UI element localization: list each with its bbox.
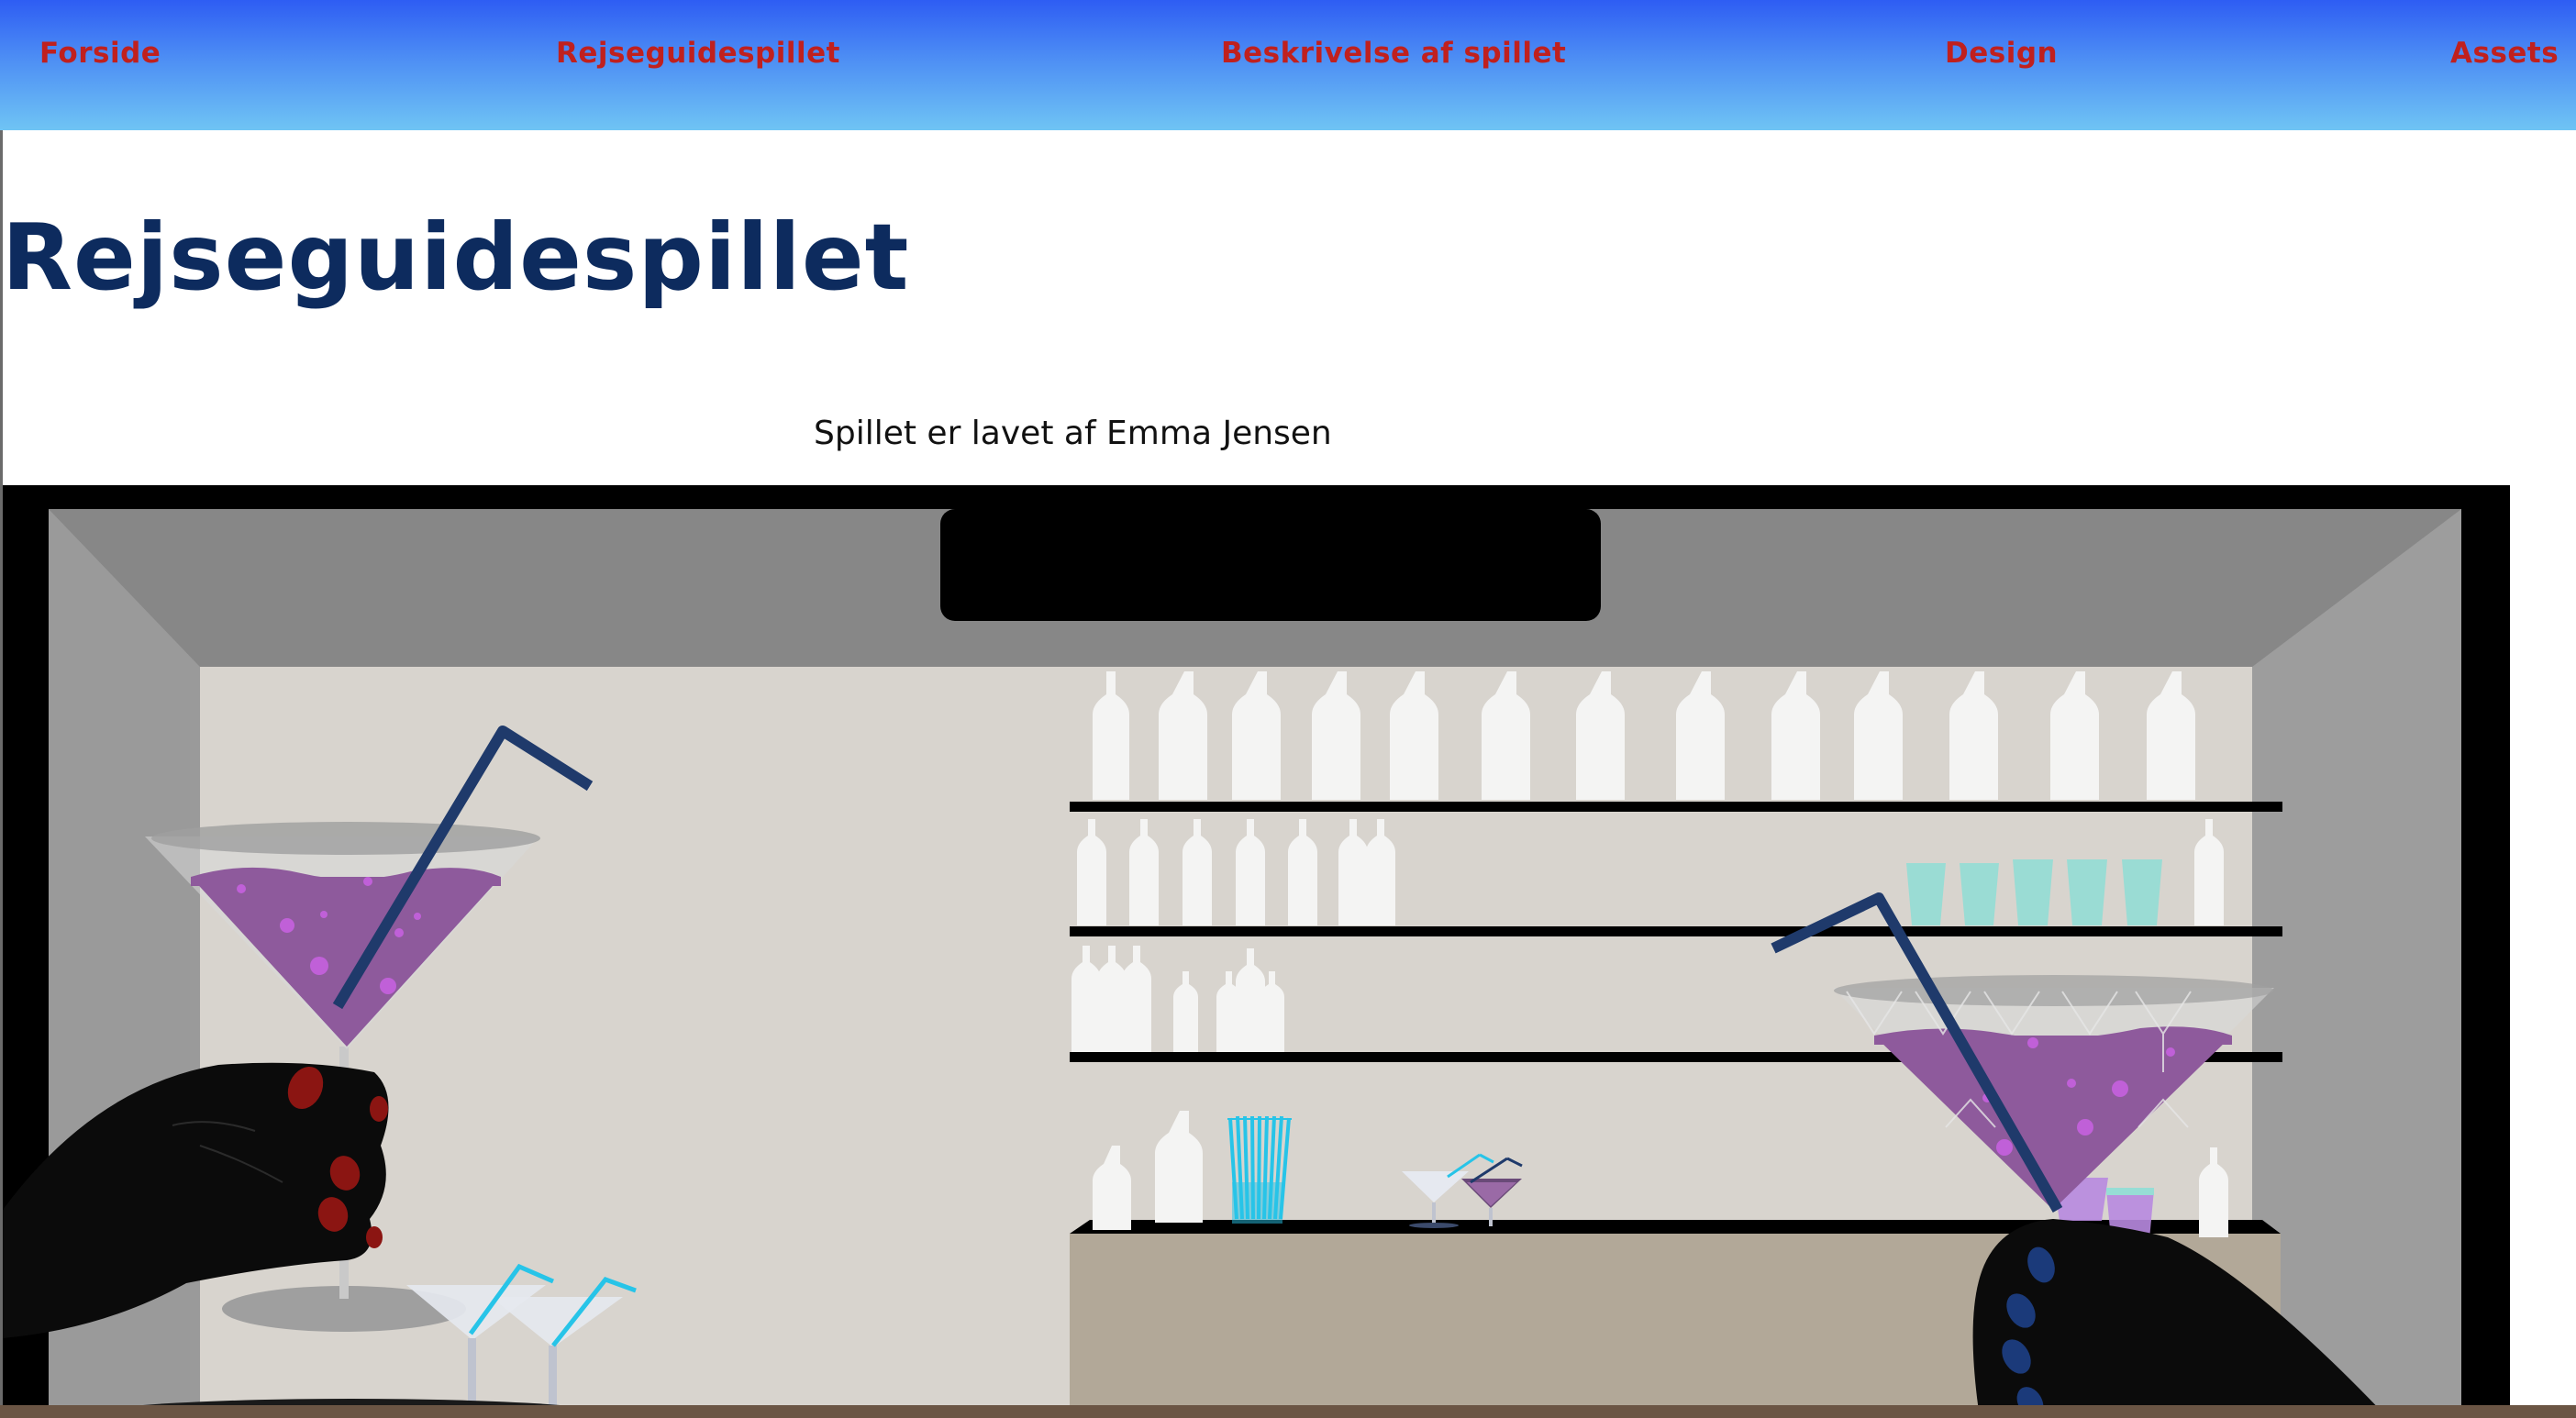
nav-forside[interactable]: Forside [39, 37, 161, 70]
nav-design[interactable]: Design [1945, 37, 2058, 70]
page: Forside Rejseguidespillet Beskrivelse af… [0, 0, 2576, 1418]
author-byline: Spillet er lavet af Emma Jensen [814, 415, 1332, 452]
bottom-strip [0, 1405, 2576, 1418]
ceiling-panel [940, 509, 1601, 621]
nav-rejseguidespillet[interactable]: Rejseguidespillet [556, 37, 840, 70]
nav-assets[interactable]: Assets [2450, 37, 2559, 70]
top-navigation: Forside Rejseguidespillet Beskrivelse af… [0, 0, 2576, 130]
game-canvas[interactable] [3, 485, 2510, 1418]
nav-beskrivelse[interactable]: Beskrivelse af spillet [1221, 37, 1566, 70]
page-title: Rejseguidespillet [2, 204, 910, 311]
